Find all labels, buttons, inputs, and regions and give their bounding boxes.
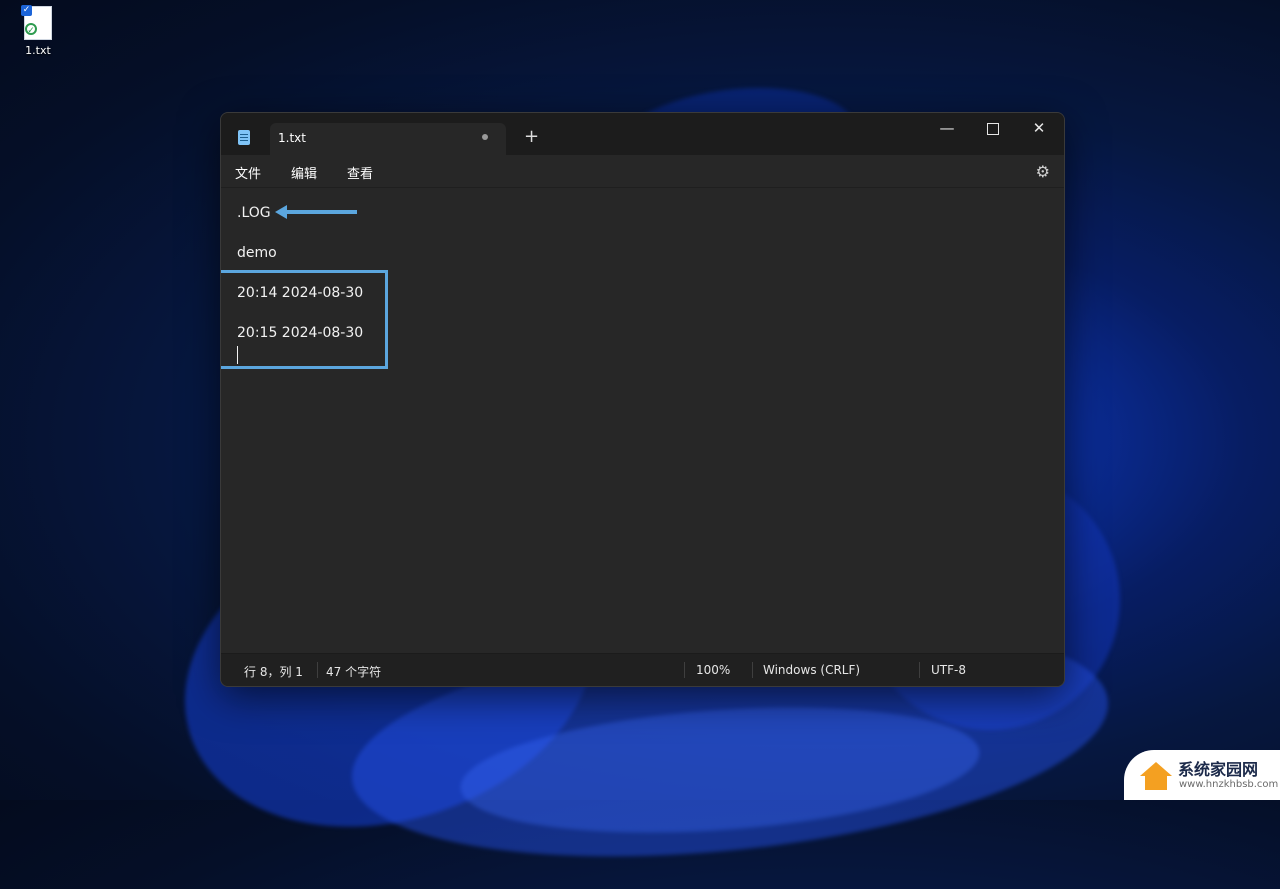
tab-1txt[interactable]: 1.txt <box>270 123 506 155</box>
maximize-icon <box>987 122 999 135</box>
menu-bar: 文件 编辑 查看 ⚙ <box>221 155 1064 188</box>
minimize-icon: — <box>939 119 955 137</box>
title-bar[interactable]: 1.txt + — ✕ <box>221 113 1064 155</box>
text-line: .LOG <box>237 205 271 221</box>
watermark-title: 系统家园网 <box>1178 760 1259 779</box>
text-line: demo <box>237 245 277 261</box>
minimize-button[interactable]: — <box>924 113 970 143</box>
annotation-arrow-icon <box>275 205 357 219</box>
text-editor[interactable]: .LOG demo 20:14 2024-08-30 20:15 2024-08… <box>221 188 1064 653</box>
divider <box>919 662 920 678</box>
character-count: 47 个字符 <box>326 665 382 679</box>
desktop-file-icon[interactable]: ✓ ✓ 1.txt <box>18 5 58 57</box>
unsaved-dot-icon[interactable] <box>482 134 488 140</box>
status-bar: 行 8，列 1 47 个字符 100% Windows (CRLF) UTF-8 <box>221 653 1064 686</box>
notepad-app-icon <box>238 130 250 145</box>
divider <box>752 662 753 678</box>
divider <box>684 662 685 678</box>
house-logo-icon <box>1140 762 1172 776</box>
desktop-file-label: 1.txt <box>25 44 51 57</box>
watermark-logo: 系统家园网 www.hnzkhbsb.com <box>1124 750 1280 800</box>
menu-file[interactable]: 文件 <box>235 163 261 182</box>
settings-gear-icon[interactable]: ⚙ <box>1036 162 1050 181</box>
maximize-button[interactable] <box>970 113 1016 143</box>
watermark-url: www.hnzkhbsb.com <box>1179 779 1279 790</box>
cursor-position: 行 8，列 1 <box>244 665 303 679</box>
house-logo-body <box>1145 776 1167 790</box>
menu-edit[interactable]: 编辑 <box>291 163 317 182</box>
annotation-highlight-box <box>221 270 388 369</box>
menu-view[interactable]: 查看 <box>347 163 373 182</box>
tab-title: 1.txt <box>278 131 306 145</box>
notepad-window: 1.txt + — ✕ 文件 编辑 查看 ⚙ .LOG demo 20:14 2… <box>220 112 1065 687</box>
checkbox-icon: ✓ <box>21 5 32 16</box>
encoding[interactable]: UTF-8 <box>931 663 966 677</box>
new-tab-button[interactable]: + <box>524 127 539 147</box>
sync-ok-icon: ✓ <box>25 23 37 36</box>
divider <box>317 662 318 678</box>
text-file-icon: ✓ ✓ <box>21 5 52 40</box>
close-icon: ✕ <box>1032 119 1046 137</box>
zoom-level[interactable]: 100% <box>696 663 730 677</box>
line-ending[interactable]: Windows (CRLF) <box>763 663 860 677</box>
close-button[interactable]: ✕ <box>1016 113 1062 143</box>
